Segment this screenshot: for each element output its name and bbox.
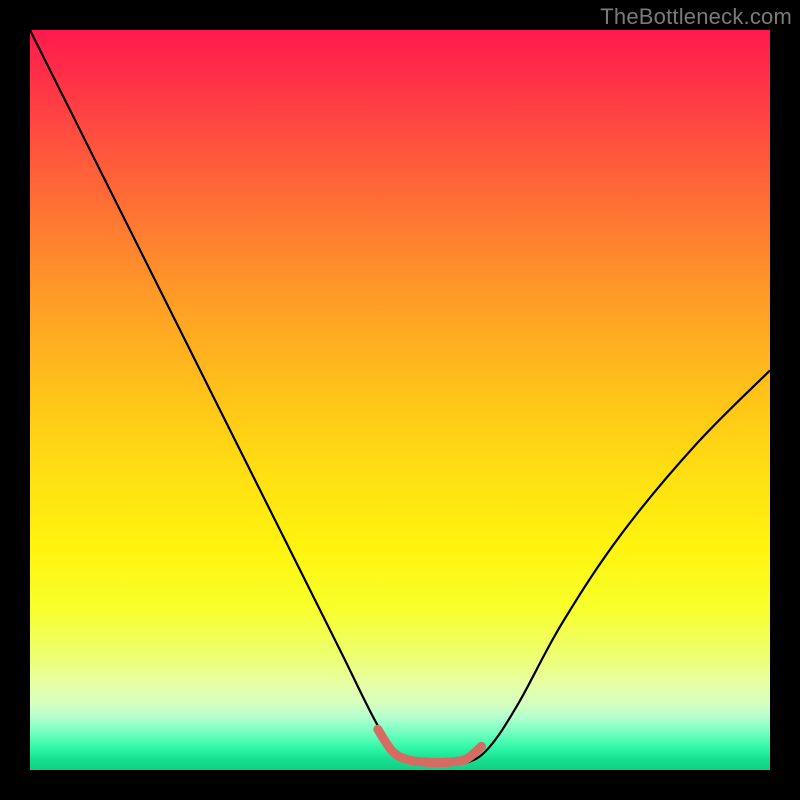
bottleneck-curve	[30, 30, 770, 764]
curve-layer	[30, 30, 770, 770]
optimal-range-highlight	[378, 729, 482, 762]
watermark-text: TheBottleneck.com	[600, 4, 792, 30]
chart-frame: TheBottleneck.com	[0, 0, 800, 800]
plot-area	[30, 30, 770, 770]
